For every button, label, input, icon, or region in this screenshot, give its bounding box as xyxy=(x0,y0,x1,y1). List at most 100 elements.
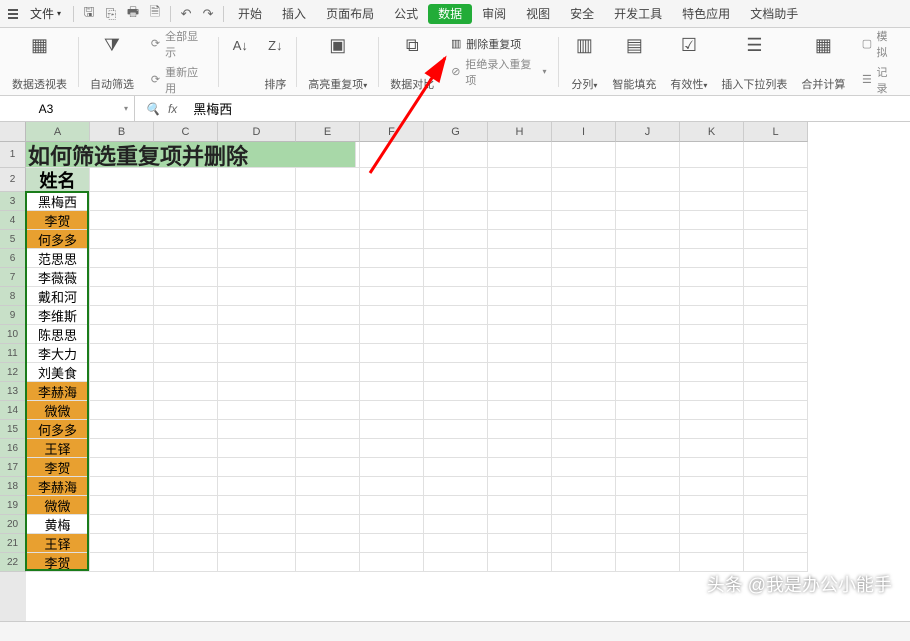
name-cell[interactable]: 李薇薇 xyxy=(26,268,90,287)
cell[interactable] xyxy=(552,306,616,325)
name-cell[interactable]: 王铎 xyxy=(26,534,90,553)
cell[interactable] xyxy=(744,344,808,363)
cell[interactable] xyxy=(218,553,296,572)
cell[interactable] xyxy=(552,553,616,572)
cell[interactable] xyxy=(90,211,154,230)
cell[interactable] xyxy=(616,439,680,458)
cell[interactable] xyxy=(154,211,218,230)
redo-icon[interactable]: ↷ xyxy=(197,3,219,25)
cell[interactable] xyxy=(488,142,552,168)
cell[interactable] xyxy=(90,230,154,249)
cell[interactable] xyxy=(744,168,808,192)
cell[interactable] xyxy=(744,211,808,230)
cell[interactable] xyxy=(552,420,616,439)
cell[interactable] xyxy=(488,477,552,496)
row-header-18[interactable]: 18 xyxy=(0,477,26,496)
cell[interactable] xyxy=(296,211,360,230)
cell[interactable] xyxy=(360,268,424,287)
cell[interactable] xyxy=(218,515,296,534)
col-header-K[interactable]: K xyxy=(680,122,744,142)
cell[interactable] xyxy=(296,534,360,553)
row-header-15[interactable]: 15 xyxy=(0,420,26,439)
cell[interactable] xyxy=(616,458,680,477)
pivot-table-button[interactable]: ▦ 数据透视表 xyxy=(6,32,73,92)
cell[interactable] xyxy=(488,325,552,344)
cell[interactable] xyxy=(680,249,744,268)
cell[interactable] xyxy=(154,363,218,382)
cell[interactable] xyxy=(90,382,154,401)
consolidate-button[interactable]: ▦ 合并计算 xyxy=(795,32,851,92)
cell[interactable] xyxy=(744,249,808,268)
cell[interactable] xyxy=(488,382,552,401)
cell[interactable] xyxy=(680,344,744,363)
cell[interactable] xyxy=(488,553,552,572)
row-header-3[interactable]: 3 xyxy=(0,192,26,211)
row-header-4[interactable]: 4 xyxy=(0,211,26,230)
cell[interactable] xyxy=(744,553,808,572)
tab-安全[interactable]: 安全 xyxy=(560,0,604,28)
col-header-E[interactable]: E xyxy=(296,122,360,142)
column-header-cell[interactable]: 姓名 xyxy=(26,168,90,192)
cell[interactable] xyxy=(616,230,680,249)
cell[interactable] xyxy=(218,325,296,344)
cell[interactable] xyxy=(90,439,154,458)
cell[interactable] xyxy=(616,344,680,363)
cell[interactable] xyxy=(360,420,424,439)
row-header-13[interactable]: 13 xyxy=(0,382,26,401)
cell[interactable] xyxy=(424,515,488,534)
cell[interactable] xyxy=(90,553,154,572)
cell[interactable] xyxy=(360,515,424,534)
tab-审阅[interactable]: 审阅 xyxy=(472,0,516,28)
col-header-C[interactable]: C xyxy=(154,122,218,142)
cell[interactable] xyxy=(744,325,808,344)
cell[interactable] xyxy=(154,230,218,249)
row-header-8[interactable]: 8 xyxy=(0,287,26,306)
name-cell[interactable]: 李维斯 xyxy=(26,306,90,325)
cell[interactable] xyxy=(488,192,552,211)
cell[interactable] xyxy=(680,230,744,249)
cell[interactable] xyxy=(488,344,552,363)
cell[interactable] xyxy=(90,325,154,344)
show-all-button[interactable]: ⟳全部显示 xyxy=(146,27,209,61)
cell[interactable] xyxy=(218,211,296,230)
cell[interactable] xyxy=(680,325,744,344)
cell[interactable] xyxy=(552,458,616,477)
qat-save-icon[interactable]: 🖫 xyxy=(78,3,100,25)
cell[interactable] xyxy=(488,496,552,515)
cell[interactable] xyxy=(90,534,154,553)
cell[interactable] xyxy=(488,363,552,382)
cell[interactable] xyxy=(616,420,680,439)
data-compare-button[interactable]: ⧉ 数据对比 xyxy=(384,32,440,92)
cells-area[interactable]: 如何筛选重复项并删除姓名黑梅西李贺何多多范思思李薇薇戴和河李维斯陈思思李大力刘美… xyxy=(26,142,910,621)
tab-页面布局[interactable]: 页面布局 xyxy=(316,0,384,28)
col-header-L[interactable]: L xyxy=(744,122,808,142)
row-header-11[interactable]: 11 xyxy=(0,344,26,363)
cell[interactable] xyxy=(296,553,360,572)
hamburger-icon[interactable] xyxy=(4,9,22,19)
cell[interactable] xyxy=(218,496,296,515)
cell[interactable] xyxy=(680,515,744,534)
cell[interactable] xyxy=(488,439,552,458)
fx-icon[interactable]: fx xyxy=(168,102,177,116)
cell[interactable] xyxy=(424,325,488,344)
cell[interactable] xyxy=(616,306,680,325)
cell[interactable] xyxy=(154,192,218,211)
cell[interactable] xyxy=(218,420,296,439)
cell[interactable] xyxy=(424,249,488,268)
cell[interactable] xyxy=(218,287,296,306)
cell[interactable] xyxy=(296,344,360,363)
cell[interactable] xyxy=(360,553,424,572)
cell[interactable] xyxy=(154,168,218,192)
cell[interactable] xyxy=(296,249,360,268)
cell[interactable] xyxy=(552,477,616,496)
cell[interactable] xyxy=(360,534,424,553)
cell[interactable] xyxy=(552,168,616,192)
cell[interactable] xyxy=(616,287,680,306)
col-header-B[interactable]: B xyxy=(90,122,154,142)
cell[interactable] xyxy=(360,382,424,401)
cell[interactable] xyxy=(424,268,488,287)
chevron-down-icon[interactable]: ▾ xyxy=(124,104,128,113)
row-header-19[interactable]: 19 xyxy=(0,496,26,515)
cell[interactable] xyxy=(488,287,552,306)
cell[interactable] xyxy=(296,363,360,382)
